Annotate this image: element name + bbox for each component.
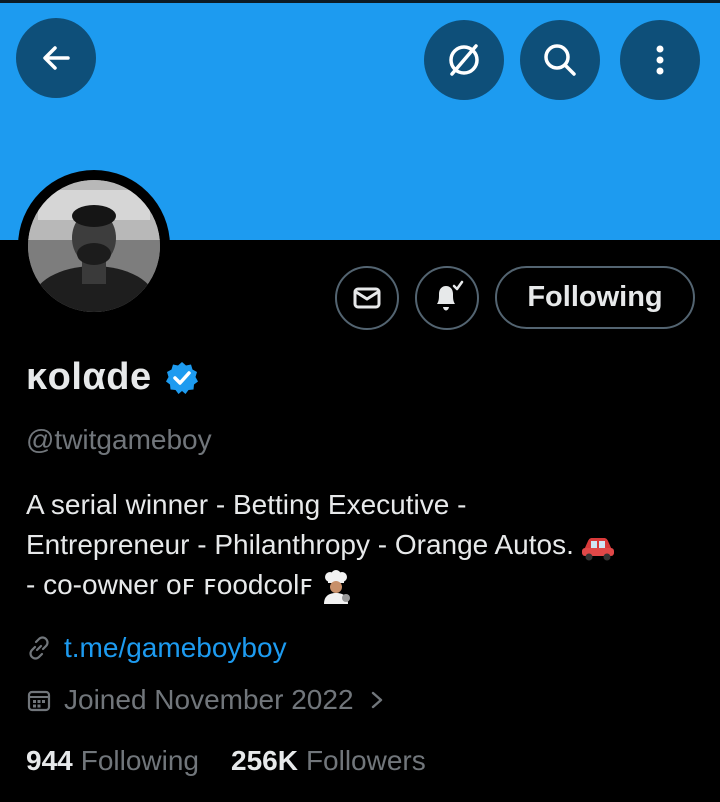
following-label: Following	[80, 745, 199, 776]
profile-link-row[interactable]: t.me/gameboyboy	[26, 632, 287, 664]
profile-link[interactable]: t.me/gameboyboy	[64, 632, 287, 664]
envelope-icon	[353, 287, 381, 309]
following-button[interactable]: Following	[495, 266, 695, 329]
joined-date: Joined November 2022	[64, 684, 354, 715]
bio-line-text: - co-owɴer oꜰ ꜰoodcolꜰ	[26, 569, 314, 600]
name-row: ĸolαde	[26, 356, 200, 399]
avatar[interactable]	[28, 180, 160, 312]
chevron-right-icon	[371, 691, 382, 709]
red-car-emoji-icon	[581, 537, 614, 561]
more-vertical-icon	[656, 45, 664, 75]
arrow-left-icon	[43, 46, 70, 70]
profile-bio: A serial winner - Betting Executive - En…	[26, 485, 696, 605]
back-button[interactable]	[16, 18, 96, 98]
verified-badge-icon[interactable]	[164, 360, 200, 396]
bio-line: A serial winner - Betting Executive -	[26, 489, 467, 520]
profile-handle: @twitgameboy	[26, 424, 212, 455]
follow-stats: 944 Following 256K Followers	[26, 745, 426, 777]
following-count: 944	[26, 745, 73, 776]
display-name: ĸolαde	[26, 356, 152, 398]
message-button[interactable]	[335, 266, 399, 330]
followers-stat[interactable]: 256K Followers	[231, 745, 426, 777]
calendar-icon	[27, 690, 51, 712]
joined-row[interactable]: Joined November 2022	[26, 684, 388, 716]
following-stat[interactable]: 944 Following	[26, 745, 199, 777]
notifications-button[interactable]	[415, 266, 479, 330]
bio-line-text: Entrepreneur - Philanthropy - Orange Aut…	[26, 529, 574, 560]
search-button[interactable]	[520, 20, 600, 100]
followers-label: Followers	[305, 745, 426, 776]
link-icon	[29, 636, 49, 660]
followers-count: 256K	[231, 745, 298, 776]
status-edge	[0, 0, 720, 3]
more-button[interactable]	[620, 20, 700, 100]
slashed-circle-icon	[449, 44, 479, 76]
bio-line: Entrepreneur - Philanthropy - Orange Aut…	[26, 525, 696, 565]
avatar-image	[28, 180, 160, 312]
bell-check-icon	[437, 280, 464, 311]
chef-emoji-icon	[324, 569, 351, 604]
grok-button[interactable]	[424, 20, 504, 100]
search-icon	[544, 44, 576, 76]
bio-line: - co-owɴer oꜰ ꜰoodcolꜰ	[26, 565, 696, 605]
